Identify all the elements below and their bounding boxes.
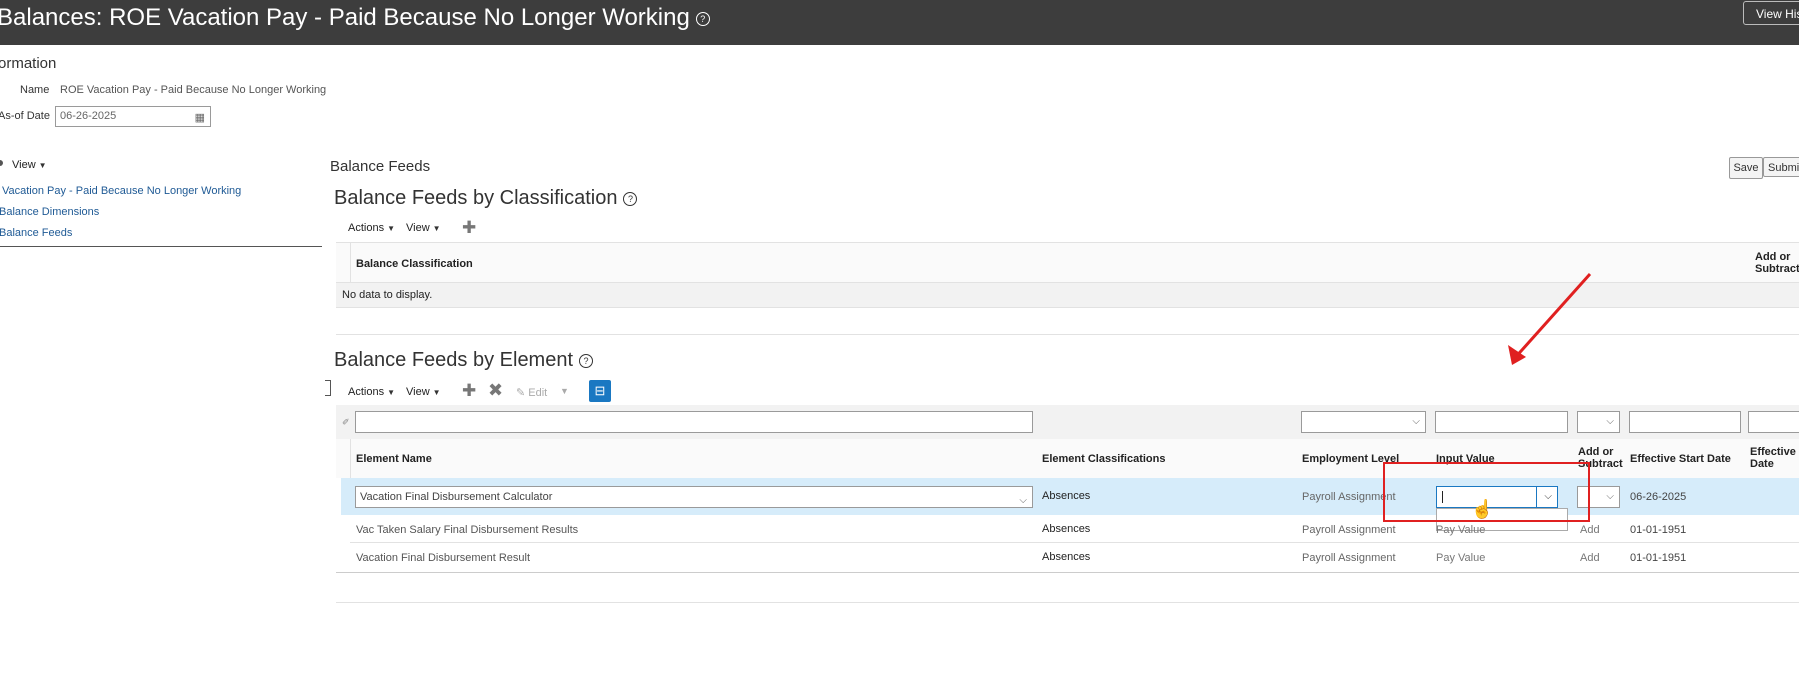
splitter-handle[interactable]	[325, 380, 331, 396]
query-by-example-icon[interactable]: ⊟	[589, 380, 611, 402]
balance-feeds-title: Balance Feeds	[330, 158, 431, 175]
col-balance-classification: Balance Classification	[356, 258, 473, 270]
section-title: ormation	[0, 55, 57, 72]
save-button[interactable]: Save	[1729, 157, 1763, 179]
divider	[350, 439, 351, 478]
col-effective-date: Effective Date	[1750, 446, 1796, 470]
help-icon[interactable]: ?	[579, 353, 594, 368]
cell-add-or-subtract: Add	[1580, 552, 1600, 564]
name-value: ROE Vacation Pay - Paid Because No Longe…	[60, 84, 327, 96]
divider	[0, 246, 322, 247]
divider	[350, 243, 351, 282]
title-bar: Balances: ROE Vacation Pay - Paid Becaus…	[0, 0, 1799, 45]
asof-label: As-of Date	[0, 110, 50, 122]
add-icon[interactable]: ✚	[462, 218, 476, 238]
cell-element-name[interactable]: Vac Taken Salary Final Disbursement Resu…	[356, 524, 578, 536]
cell-input-value: Pay Value	[1436, 552, 1486, 564]
cell-employment-level: Payroll Assignment	[1302, 491, 1396, 503]
filter-icon: ✐	[342, 417, 350, 427]
cell-input-value: Pay Value	[1436, 524, 1486, 536]
calendar-icon[interactable]: ▦	[195, 109, 205, 128]
cell-classification: Absences	[1042, 523, 1091, 535]
divider	[336, 602, 1799, 603]
dropdown-icon: ▼	[38, 161, 47, 170]
col-effective-start-date: Effective Start Date	[1630, 453, 1731, 465]
view-history-button[interactable]: View His	[1743, 1, 1799, 25]
add-icon[interactable]: ✚	[462, 381, 476, 401]
cell-classification: Absences	[1042, 551, 1091, 563]
cell-employment-level: Payroll Assignment	[1302, 524, 1396, 536]
filter-effective-end[interactable]	[1748, 411, 1799, 433]
cell-add-or-subtract: Add	[1580, 524, 1600, 536]
actions-menu[interactable]: Actions ▼	[348, 222, 395, 234]
col-element-name: Element Name	[356, 453, 432, 465]
cell-classification: Absences	[1042, 490, 1091, 502]
actions-menu[interactable]: Actions ▼	[348, 386, 395, 398]
cell-effective-start: 06-26-2025	[1630, 491, 1687, 503]
help-icon[interactable]: ?	[695, 11, 710, 26]
help-icon[interactable]: ?	[623, 191, 638, 206]
element-name-input[interactable]: Vacation Final Disbursement Calculator ⌵	[355, 486, 1033, 508]
col-element-classifications: Element Classifications	[1042, 453, 1166, 465]
collapse-dot-icon[interactable]	[0, 160, 3, 166]
dropdown-icon: ▼	[387, 224, 395, 233]
cell-effective-start: 01-01-1951	[1630, 552, 1687, 564]
pencil-icon: ✎	[516, 387, 526, 399]
edit-button[interactable]: ✎ Edit	[516, 386, 547, 399]
empty-message: No data to display.	[342, 289, 433, 301]
dropdown-icon: ▼	[432, 224, 441, 233]
name-label: Name	[20, 84, 50, 96]
dropdown-icon: ▼	[387, 388, 395, 397]
col-add-or-subtract: Add or Subtract	[1755, 251, 1799, 275]
submit-button[interactable]: Submi	[1763, 157, 1799, 177]
delete-icon[interactable]: ✖	[488, 380, 503, 401]
cell-element-name[interactable]: Vacation Final Disbursement Result	[356, 552, 530, 564]
cell-effective-start: 01-01-1951	[1630, 524, 1687, 536]
dropdown-icon: ▼	[432, 388, 441, 397]
element-section-title: Balance Feeds by Element?	[334, 349, 594, 372]
asof-date-field[interactable]: 06-26-2025 ▦	[55, 106, 211, 127]
filter-add-or-subtract[interactable]: ⌵	[1577, 411, 1620, 433]
red-arrow-annotation	[1508, 272, 1592, 365]
red-highlight-box	[1383, 462, 1590, 522]
left-view-menu[interactable]: View ▼	[12, 159, 47, 171]
filter-input-value[interactable]	[1435, 411, 1568, 433]
view-menu[interactable]: View ▼	[406, 222, 441, 234]
cell-employment-level: Payroll Assignment	[1302, 552, 1396, 564]
tree-item-balance-dimensions[interactable]: Balance Dimensions	[0, 206, 99, 218]
classification-section-title: Balance Feeds by Classification?	[334, 187, 638, 210]
divider	[350, 542, 1799, 543]
divider	[336, 572, 1799, 573]
tree-item-vacation-pay[interactable]: Vacation Pay - Paid Because No Longer Wo…	[2, 185, 241, 197]
filter-element-name[interactable]	[355, 411, 1033, 433]
filter-employment-level[interactable]: ⌵	[1301, 411, 1426, 433]
page-title: Balances: ROE Vacation Pay - Paid Becaus…	[0, 4, 710, 32]
filter-effective-start[interactable]	[1629, 411, 1741, 433]
tree-item-balance-feeds[interactable]: Balance Feeds	[0, 227, 72, 239]
view-menu[interactable]: View ▼	[406, 386, 441, 398]
more-dropdown-icon[interactable]: ▼	[560, 386, 569, 396]
